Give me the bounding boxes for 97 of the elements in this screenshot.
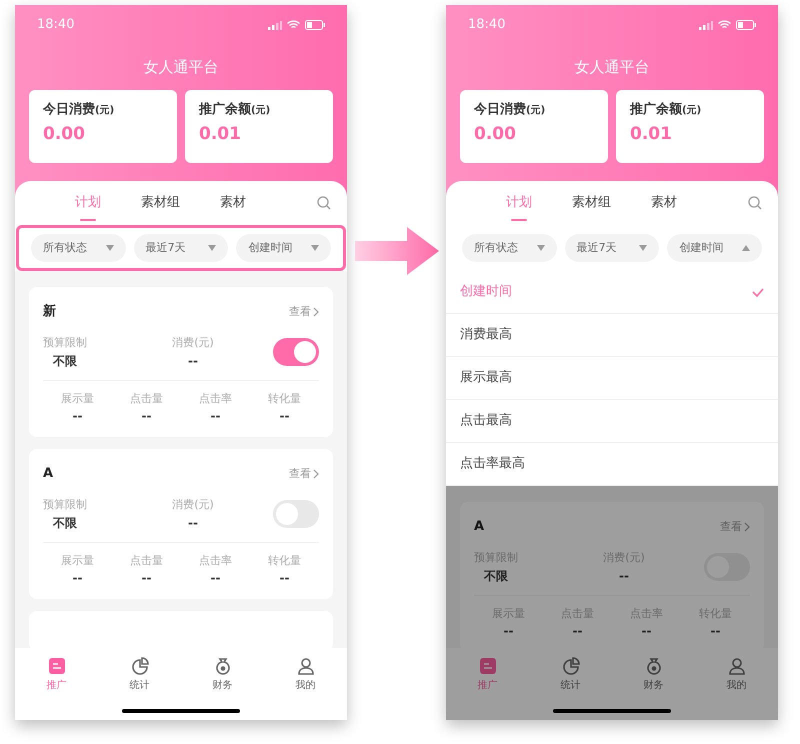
- stat-value: 0.00: [43, 122, 86, 146]
- caret-icon: [536, 245, 545, 251]
- chevron-right-icon: [313, 469, 319, 479]
- status-time: 18:40: [37, 16, 74, 34]
- tab[interactable]: 素材: [220, 181, 246, 225]
- user-icon: [296, 656, 316, 676]
- spend-label: 消费(元): [172, 497, 214, 513]
- metric-value: --: [572, 623, 582, 640]
- toggle-switch[interactable]: [273, 338, 319, 366]
- filter-dropdown[interactable]: 创建时间: [667, 234, 762, 262]
- nav-tab[interactable]: 统计: [98, 656, 181, 693]
- nav-tab[interactable]: 推广: [15, 656, 98, 693]
- check-icon: [752, 288, 764, 296]
- app-title: 女人通平台: [144, 57, 218, 78]
- metric-value: --: [710, 623, 720, 640]
- stat-value: 0.01: [199, 122, 242, 146]
- tab[interactable]: 素材组: [572, 181, 611, 225]
- filter-dropdown[interactable]: 所有状态: [462, 234, 557, 262]
- signal-icon: [268, 20, 282, 30]
- spend-value: --: [188, 352, 198, 370]
- sort-option[interactable]: 点击最高: [446, 400, 778, 443]
- caret-icon: [208, 245, 216, 251]
- plan-name: A: [43, 465, 54, 484]
- budget-value: 不限: [482, 568, 509, 584]
- pie-chart-icon: [560, 656, 580, 676]
- budget-label: 预算限制: [43, 497, 88, 513]
- tab[interactable]: 计划: [75, 181, 101, 225]
- stat-label: 推广余额(元): [630, 100, 702, 119]
- status-time: 18:40: [468, 16, 506, 34]
- spend-label: 消费(元): [172, 335, 214, 351]
- search-icon[interactable]: [748, 196, 762, 210]
- budget-value: 不限: [52, 352, 78, 370]
- list-icon: [46, 656, 66, 676]
- wifi-icon: [287, 20, 300, 30]
- nav-tab[interactable]: 统计: [529, 656, 612, 693]
- filter-dropdown[interactable]: 创建时间: [236, 234, 332, 262]
- tab[interactable]: 素材组: [141, 181, 180, 225]
- budget-label: 预算限制: [43, 335, 88, 351]
- metric-label: 转化量: [268, 390, 301, 406]
- nav-tab[interactable]: 我的: [264, 656, 347, 693]
- stat-value: 0.01: [630, 122, 673, 146]
- chevron-right-icon: [744, 522, 750, 532]
- stat-label: 今日消费(元): [43, 101, 116, 119]
- battery-icon: [305, 20, 325, 30]
- sort-option[interactable]: 展示最高: [446, 357, 778, 400]
- metric-value: --: [280, 408, 290, 425]
- filter-dropdown[interactable]: 所有状态: [31, 234, 126, 262]
- view-link[interactable]: 查看: [289, 466, 319, 482]
- chevron-right-icon: [313, 307, 319, 317]
- signal-icon: [699, 20, 713, 30]
- stat-value: 0.00: [474, 122, 517, 146]
- spend-value: --: [188, 514, 198, 532]
- sort-option[interactable]: 创建时间: [446, 271, 778, 314]
- list-icon: [478, 656, 498, 676]
- caret-icon: [106, 245, 114, 251]
- sort-option[interactable]: 消费最高: [446, 314, 778, 357]
- stat-label: 推广余额(元): [199, 100, 272, 119]
- metric-value: --: [642, 623, 652, 640]
- metric-label: 展示量: [61, 390, 94, 406]
- pie-chart-icon: [130, 656, 150, 676]
- metric-label: 展示量: [61, 552, 94, 568]
- metric-value: --: [142, 408, 152, 425]
- plan-name: A: [474, 518, 484, 536]
- metric-value: --: [142, 570, 152, 587]
- metric-value: --: [72, 408, 82, 425]
- caret-icon: [742, 245, 750, 251]
- user-icon: [726, 656, 746, 676]
- sort-option[interactable]: 点击率最高: [446, 443, 778, 486]
- battery-icon: [736, 20, 756, 30]
- metric-label: 点击率: [199, 552, 232, 568]
- caret-icon: [639, 245, 648, 251]
- wifi-icon: [718, 20, 731, 30]
- metric-value: --: [280, 570, 290, 587]
- arrow-icon: [354, 227, 438, 275]
- metric-value: --: [210, 408, 220, 425]
- view-link[interactable]: 查看: [289, 304, 319, 320]
- tab[interactable]: 素材: [651, 181, 677, 225]
- spend-value: --: [619, 568, 629, 584]
- plan-name: 新: [43, 302, 56, 322]
- nav-tab[interactable]: 财务: [612, 656, 695, 693]
- caret-icon: [311, 245, 320, 251]
- search-icon[interactable]: [317, 196, 331, 210]
- budget-value: 不限: [52, 514, 78, 532]
- metric-value: --: [210, 570, 220, 587]
- nav-tab[interactable]: 财务: [181, 656, 264, 693]
- stat-label: 今日消费(元): [474, 101, 546, 119]
- nav-tab[interactable]: 我的: [695, 656, 778, 693]
- metric-value: --: [504, 623, 514, 640]
- filter-dropdown[interactable]: 最近7天: [134, 234, 228, 262]
- filter-dropdown[interactable]: 最近7天: [564, 234, 660, 262]
- metric-label: 转化量: [268, 552, 301, 568]
- metric-label: 点击量: [130, 552, 163, 568]
- metric-label: 点击率: [199, 390, 232, 406]
- tab[interactable]: 计划: [506, 181, 532, 225]
- metric-value: --: [72, 570, 82, 587]
- app-title: 女人通平台: [574, 57, 650, 78]
- metric-label: 点击量: [130, 390, 163, 406]
